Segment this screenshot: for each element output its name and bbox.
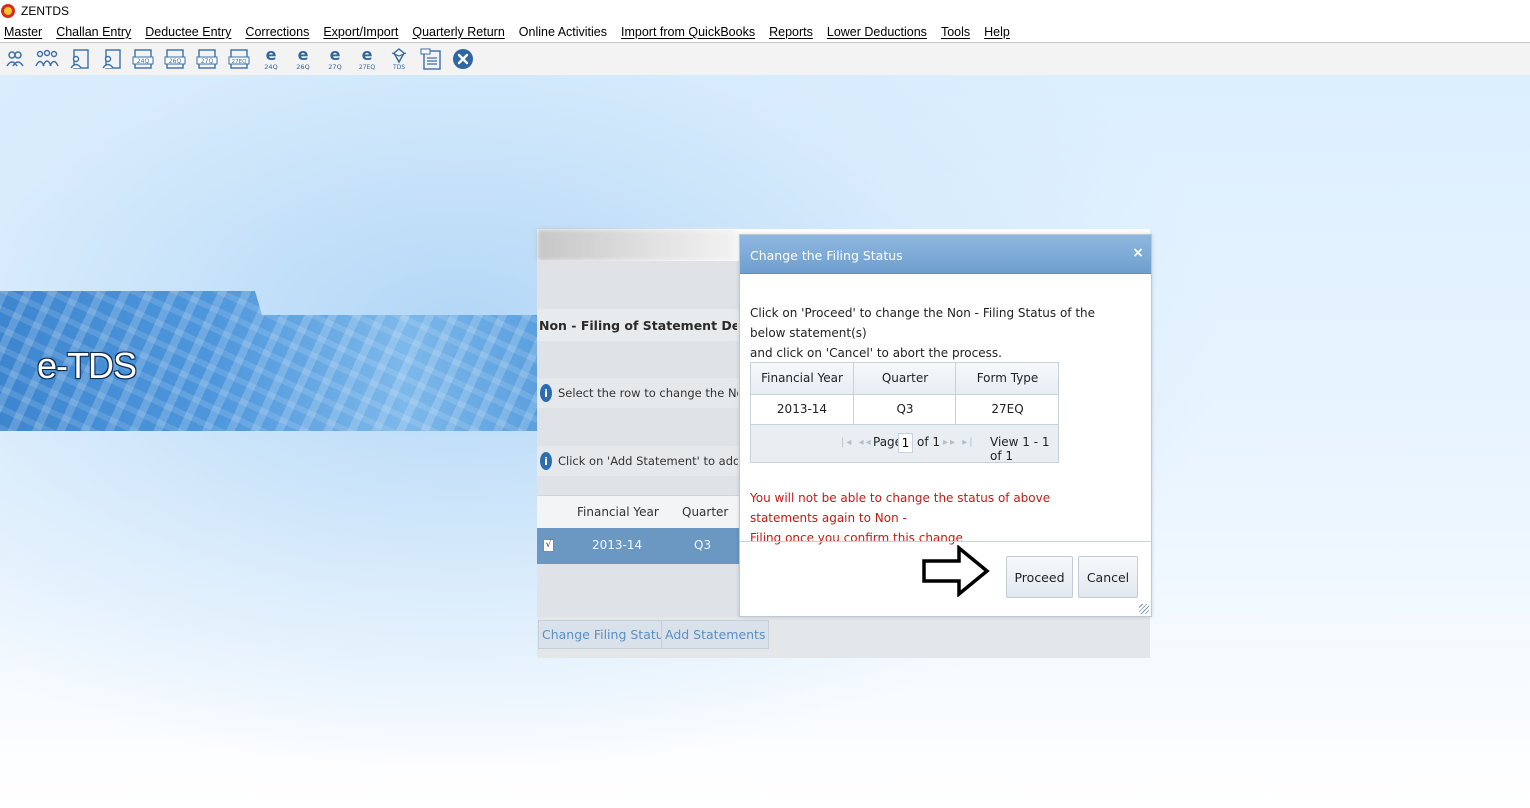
dialog-message-line-1: Click on 'Proceed' to change the Non - F… <box>750 306 1096 340</box>
eform-27q-icon[interactable]: e 27Q <box>322 46 348 72</box>
exit-icon[interactable] <box>450 46 476 72</box>
user-form-icon[interactable] <box>66 46 92 72</box>
cancel-button[interactable]: Cancel <box>1078 556 1138 598</box>
form-24q-label: 24Q <box>137 58 150 65</box>
grid-header: Financial Year Quarter <box>537 495 740 529</box>
dialog-message-line-2: and click on 'Cancel' to abort the proce… <box>750 346 1002 360</box>
info-icon: i <box>540 384 552 402</box>
menu-export-import[interactable]: Export/Import <box>323 25 398 39</box>
form-27eq-label: 27EQ <box>232 59 247 65</box>
menu-master[interactable]: Master <box>4 25 42 39</box>
window-title: ZENTDS <box>21 3 69 18</box>
col-quarter: Quarter <box>682 505 729 519</box>
svg-text:e: e <box>298 47 309 64</box>
menu-challan-entry[interactable]: Challan Entry <box>56 25 131 39</box>
dialog-footer-divider <box>740 541 1151 542</box>
svg-text:e: e <box>266 47 277 64</box>
close-icon[interactable]: × <box>1131 246 1145 260</box>
deductor-icon[interactable] <box>2 46 28 72</box>
col-financial-year: Financial Year <box>577 505 659 519</box>
eform-26q-label: 26Q <box>296 63 309 71</box>
info-select-row: i Select the row to change the Non - Fil… <box>537 378 740 408</box>
app-logo-icon <box>1 3 15 18</box>
form-27eq-icon[interactable]: 27EQ <box>226 46 252 72</box>
arrow-right-icon <box>922 545 990 597</box>
dialog-header: Change the Filing Status × <box>740 235 1151 274</box>
eform-26q-icon[interactable]: e 26Q <box>290 46 316 72</box>
menu-reports[interactable]: Reports <box>769 25 813 39</box>
blurred-header <box>537 229 737 261</box>
section-title: Non - Filing of Statement Details for <box>539 318 737 333</box>
info-add-row: i Click on 'Add Statement' to add furthe <box>537 446 740 476</box>
cell-year: 2013-14 <box>776 402 828 416</box>
svg-text:e: e <box>362 47 373 64</box>
deductees-icon[interactable] <box>34 46 60 72</box>
form-27q-icon[interactable]: 27Q <box>194 46 220 72</box>
dialog-message: Click on 'Proceed' to change the Non - F… <box>750 303 1130 363</box>
table-row[interactable]: √ 2013-14 Q3 <box>537 528 740 564</box>
tds-label: TDS <box>392 64 405 71</box>
warning-message: You will not be able to change the statu… <box>750 488 1120 548</box>
document-icon[interactable] <box>418 46 444 72</box>
user-form-2-icon[interactable] <box>98 46 124 72</box>
info-add-text: Click on 'Add Statement' to add furthe <box>558 454 738 468</box>
eform-27q-label: 27Q <box>328 63 341 71</box>
header-form-type: Form Type <box>976 371 1039 385</box>
form-26q-label: 26Q <box>169 58 182 65</box>
menu-import-quickbooks[interactable]: Import from QuickBooks <box>621 25 755 39</box>
row-checkbox[interactable]: √ <box>543 539 554 552</box>
row-quarter: Q3 <box>694 538 712 552</box>
form-27q-label: 27Q <box>201 58 214 65</box>
info-icon: i <box>540 452 552 470</box>
statement-grid: Financial Year Quarter √ 2013-14 Q3 <box>537 495 740 571</box>
eform-27eq-icon[interactable]: e 27EQ <box>354 46 380 72</box>
svg-text:e: e <box>330 47 341 64</box>
warning-line-1: You will not be able to change the statu… <box>750 491 1051 525</box>
dialog-title: Change the Filing Status <box>750 248 903 263</box>
pager-view-label: View 1 - 1 of 1 <box>990 435 1050 463</box>
form-24q-icon[interactable]: 24Q <box>130 46 156 72</box>
menu-bar: Master Challan Entry Deductee Entry Corr… <box>0 21 1530 43</box>
statement-table: Financial Year Quarter Form Type 2013-14… <box>750 362 1059 463</box>
eform-24q-icon[interactable]: e 24Q <box>258 46 284 72</box>
banner-title: e-TDS <box>37 345 137 386</box>
form-26q-icon[interactable]: 26Q <box>162 46 188 72</box>
menu-corrections[interactable]: Corrections <box>245 25 309 39</box>
eform-24q-label: 24Q <box>264 63 277 71</box>
add-statements-button[interactable]: Add Statements <box>661 620 770 649</box>
toolbar: 24Q 26Q 27Q 27EQ e 24Q e 26Q e 27Q e 27EQ TD… <box>0 43 1530 75</box>
menu-lower-deductions[interactable]: Lower Deductions <box>827 25 927 39</box>
table-row[interactable]: 2013-14 Q3 27EQ <box>751 394 1058 425</box>
cell-quarter: Q3 <box>896 402 914 416</box>
title-bar: ZENTDS <box>0 0 1530 21</box>
menu-quarterly-return[interactable]: Quarterly Return <box>412 25 504 39</box>
menu-online-activities[interactable]: Online Activities <box>519 25 607 39</box>
header-quarter: Quarter <box>881 371 929 385</box>
table-pager: |◂ ◂◂ Page 1 of 1 ▸▸ ▸| View 1 - 1 of 1 <box>751 425 1058 463</box>
pager-first-prev-icon[interactable]: |◂ ◂◂ <box>841 437 873 448</box>
menu-tools[interactable]: Tools <box>941 25 970 39</box>
resize-grip-icon[interactable] <box>1139 604 1149 614</box>
menu-deductee-entry[interactable]: Deductee Entry <box>145 25 231 39</box>
menu-help[interactable]: Help <box>984 25 1010 39</box>
change-filing-status-button[interactable]: Change Filing Status <box>538 620 675 649</box>
header-financial-year: Financial Year <box>761 371 843 385</box>
table-header: Financial Year Quarter Form Type <box>751 363 1058 395</box>
page-number-input[interactable]: 1 <box>898 433 913 453</box>
row-year: 2013-14 <box>592 538 643 552</box>
tds-icon[interactable]: TDS <box>386 46 412 72</box>
eform-27eq-label: 27EQ <box>359 64 375 71</box>
pager-of-label: of 1 <box>917 435 941 449</box>
cell-form-type: 27EQ <box>991 402 1024 416</box>
info-select-text: Select the row to change the Non - Fili <box>558 386 738 400</box>
proceed-button[interactable]: Proceed <box>1006 556 1073 598</box>
pager-next-last-icon[interactable]: ▸▸ ▸| <box>943 437 975 448</box>
